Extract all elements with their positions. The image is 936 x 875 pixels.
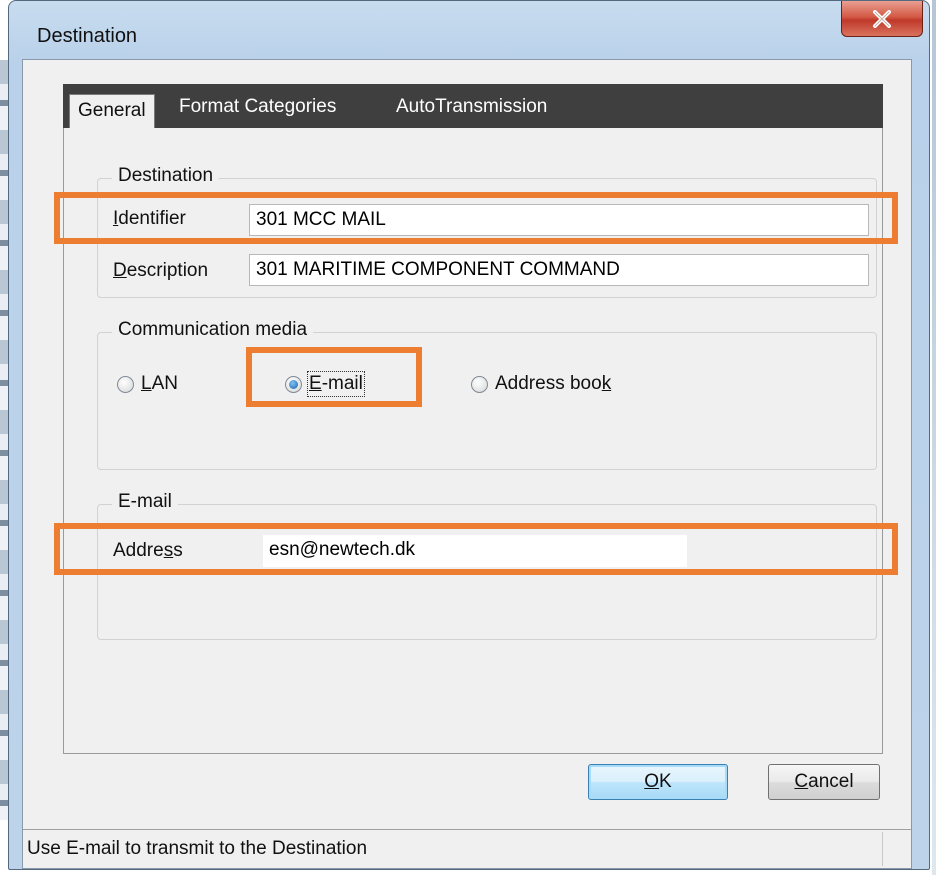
- tab-strip: General Format Categories AutoTransmissi…: [63, 84, 883, 128]
- destination-group-legend: Destination: [112, 165, 220, 187]
- description-field[interactable]: 301 MARITIME COMPONENT COMMAND: [249, 254, 869, 286]
- communication-media-group: Communication media: [97, 319, 877, 470]
- highlight-identifier: [54, 192, 898, 244]
- window-title: Destination: [37, 25, 138, 47]
- background-window-edge: [0, 60, 8, 820]
- cancel-button[interactable]: Cancel: [768, 764, 880, 800]
- tab-general[interactable]: General: [69, 94, 155, 128]
- tab-format-categories[interactable]: Format Categories: [179, 84, 336, 128]
- description-label: Description: [113, 260, 209, 281]
- status-bar-separator: [882, 832, 883, 866]
- email-group-legend: E-mail: [112, 491, 178, 513]
- dialog-client-area: General Format Categories AutoTransmissi…: [22, 59, 912, 869]
- tab-autotransmission[interactable]: AutoTransmission: [396, 84, 547, 128]
- radio-address-book-label: Address book: [495, 373, 612, 394]
- close-button[interactable]: [841, 1, 923, 37]
- status-bar: Use E-mail to transmit to the Destinatio…: [23, 829, 911, 868]
- ok-button[interactable]: OK: [588, 764, 728, 800]
- highlight-email-radio: [246, 347, 422, 407]
- destination-dialog: Destination General Format Categories Au…: [8, 0, 930, 870]
- title-bar[interactable]: Destination: [9, 1, 929, 59]
- background-window-edge-right: [932, 0, 936, 875]
- radio-lan-label: LAN: [141, 373, 178, 394]
- status-text: Use E-mail to transmit to the Destinatio…: [27, 838, 368, 859]
- highlight-address: [54, 523, 898, 575]
- radio-address-book-button[interactable]: [471, 375, 488, 393]
- radio-lan[interactable]: LAN: [117, 373, 178, 395]
- close-icon: [873, 9, 891, 28]
- radio-lan-button[interactable]: [117, 375, 134, 393]
- radio-address-book[interactable]: Address book: [471, 373, 611, 395]
- communication-media-legend: Communication media: [112, 319, 314, 341]
